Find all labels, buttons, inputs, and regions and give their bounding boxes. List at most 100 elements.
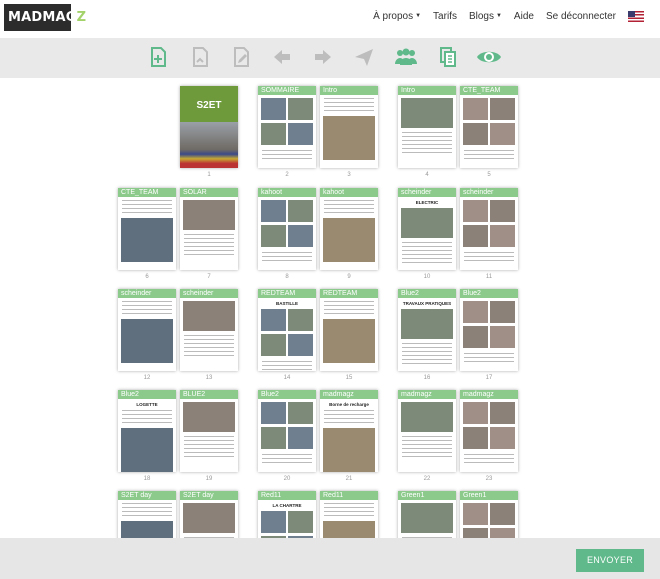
madmagz-logo[interactable]: MADMAGZ [4,4,86,31]
page-thumbnail[interactable]: BLUE2 [180,390,238,472]
page-heading: LOGETTE [136,402,158,407]
text-line [122,301,172,302]
page-thumbnail[interactable]: madmagz Borne de recharge [320,390,378,472]
text-line [324,102,374,103]
page-thumbnail[interactable]: madmagz [460,390,518,472]
page-photo [261,402,286,424]
text-line [402,351,452,352]
text-line [184,335,234,336]
page-photo [288,200,313,222]
text-line [464,454,514,455]
page-number: 19 [205,476,213,482]
page-thumbnail[interactable]: Red11 LA CHARTRE [258,491,316,538]
nav-aide[interactable]: Aide [514,11,534,22]
page-thumbnail[interactable]: CTE_TEAM [118,188,176,270]
nav-apropos[interactable]: À propos ▼ [373,11,421,22]
page-photo [323,218,375,262]
text-line [184,246,234,247]
text-line [464,158,514,159]
page-thumbnail[interactable]: CTE_TEAM [460,86,518,168]
text-line [184,343,234,344]
page-thumbnail[interactable]: Green1 [460,491,518,538]
page-label: SOMMAIRE [261,87,300,94]
page-thumbnail[interactable]: S2ET day [180,491,238,538]
preview-eye-icon[interactable] [476,46,502,68]
text-line [184,234,234,235]
page-photo [401,402,453,432]
cover-photo [180,122,238,168]
page-photo [463,123,488,145]
page-thumbnail[interactable]: kahoot [258,188,316,270]
page-number: 17 [485,375,493,381]
text-line [122,208,172,209]
page-label: Blue2 [401,290,419,297]
text-line [402,258,452,259]
page-thumbnail[interactable]: Blue2 TRAVAUX PRATIQUES [398,289,456,371]
copy-pages-icon[interactable] [437,46,459,68]
text-line [184,456,234,457]
page-photo [490,528,515,538]
page-number: 9 [347,274,351,280]
text-line [262,458,312,459]
page-thumbnail[interactable]: REDTEAM [320,289,378,371]
page-label: CTE_TEAM [463,87,501,94]
page-thumbnail[interactable]: SOLAR [180,188,238,270]
nav-blogs-label: Blogs [468,11,494,22]
page-thumbnail[interactable]: S2ET day [118,491,176,538]
page-thumbnail[interactable]: scheinder [460,188,518,270]
page-photo [463,528,488,538]
page-number: 7 [207,274,211,280]
page-number: 6 [145,274,149,280]
nav-logout[interactable]: Se déconnecter [546,11,616,22]
arrow-left-icon[interactable] [271,46,293,68]
page-thumbnail[interactable]: Blue2 LOGETTE [118,390,176,472]
page-thumbnail[interactable]: Blue2 [258,390,316,472]
send-button[interactable]: ENVOYER [576,549,644,572]
text-line [464,260,514,261]
page-thumbnail[interactable]: kahoot [320,188,378,270]
page-photo [183,402,235,432]
page-thumbnail[interactable]: madmagz [398,390,456,472]
text-line [122,515,172,516]
text-line [184,250,234,251]
page-thumbnail[interactable]: SOMMAIRE [258,86,316,168]
text-line [122,313,172,314]
page-thumbnail[interactable]: Green1 [398,491,456,538]
arrow-right-icon[interactable] [312,46,334,68]
page-thumbnail[interactable]: Intro [320,86,378,168]
page-photo [288,98,313,120]
page-thumbnail[interactable]: Intro [398,86,456,168]
page-photo [261,225,286,247]
page-number: 4 [425,172,429,178]
page-thumbnail[interactable]: scheinder ELECTRIC [398,188,456,270]
duplicate-page-icon[interactable] [189,46,211,68]
add-page-icon[interactable] [147,46,169,68]
send-icon[interactable] [353,46,375,68]
users-icon[interactable] [393,46,419,68]
top-navbar: MADMAGZ À propos ▼ Tarifs Blogs ▼ Aide Se … [0,0,660,38]
page-thumbnail[interactable]: scheinder [118,289,176,371]
page-heading: LA CHARTRE [272,503,302,508]
text-line [402,148,452,149]
page-thumbnail[interactable]: S2ET [180,86,238,168]
page-thumbnail[interactable]: scheinder [180,289,238,371]
text-line [324,507,374,508]
page-label: Red11 [261,492,282,499]
nav-apropos-label: À propos [373,11,414,22]
page-thumbnail[interactable]: Blue2 [460,289,518,371]
page-thumbnail[interactable]: REDTEAM BASTILLE [258,289,316,371]
text-line [324,212,374,213]
page-photo [183,301,235,331]
page-label: Blue2 [463,290,481,297]
text-line [464,353,514,354]
us-flag-icon[interactable] [628,11,644,22]
page-photo [323,319,375,363]
editor-toolbar [0,38,660,78]
edit-page-icon[interactable] [230,46,252,68]
page-thumbnail[interactable]: Red11 [320,491,378,538]
nav-blogs[interactable]: Blogs ▼ [469,11,502,22]
nav-tarifs[interactable]: Tarifs [433,11,457,22]
page-label: scheinder [463,189,494,196]
text-line [262,365,312,366]
text-line [184,452,234,453]
